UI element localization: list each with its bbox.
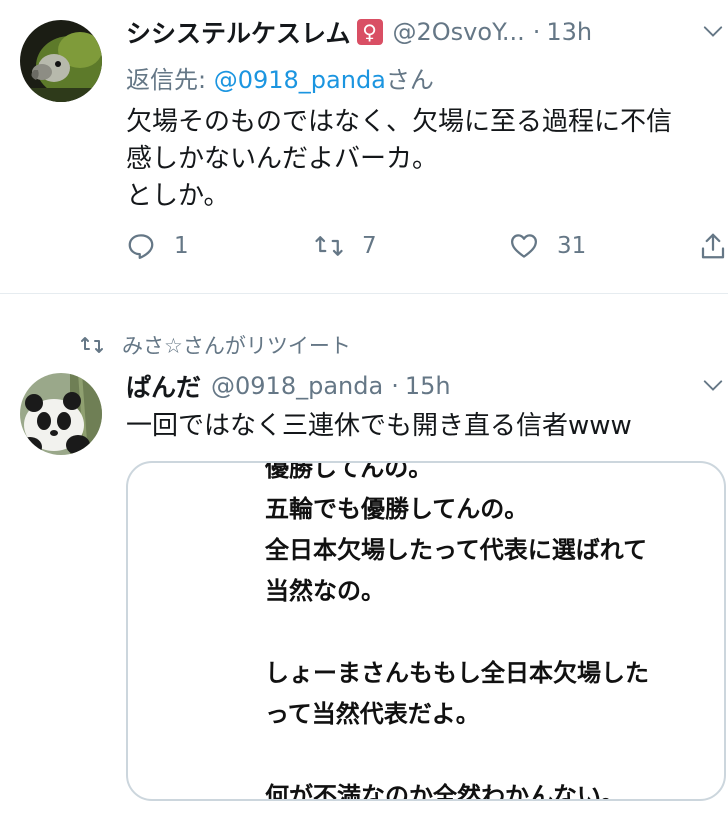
user-handle[interactable]: @2OsvoY...: [393, 18, 525, 46]
display-name[interactable]: シシステルケスレム: [126, 14, 351, 50]
reply-count: 1: [174, 233, 189, 259]
retweet-context[interactable]: みさ☆さんがリツイート: [80, 330, 351, 360]
retweet-count: 7: [362, 233, 377, 259]
female-sign-badge: ♀: [356, 19, 383, 45]
reply-button[interactable]: 1: [126, 228, 189, 264]
tweet-header: シシステルケスレム ♀ @2OsvoY... · 13h: [126, 14, 728, 50]
parrot-avatar-image: [20, 20, 102, 102]
replying-prefix: 返信先:: [126, 66, 214, 94]
replying-mention-link[interactable]: @0918_panda: [214, 66, 386, 94]
screenshot-text: 優勝してんの。 五輪でも優勝してんの。 全日本欠場したって代表に選ばれて 当然な…: [265, 461, 649, 801]
like-button[interactable]: 31: [509, 228, 586, 264]
separator-dot: ·: [532, 18, 541, 46]
user-handle[interactable]: @0918_panda: [211, 372, 383, 400]
tweet-timestamp[interactable]: 13h: [546, 18, 592, 46]
tweet-text: 一回ではなく三連休でも開き直る信者www: [126, 411, 632, 441]
tweet-header: ぱんだ @0918_panda · 15h: [126, 368, 728, 404]
retweet-icon: [315, 236, 343, 256]
reply-icon: [128, 234, 154, 259]
tweet-reply[interactable]: シシステルケスレム ♀ @2OsvoY... · 13h 返信先: @0918_…: [0, 0, 728, 294]
tweet-media-image[interactable]: 優勝してんの。 五輪でも優勝してんの。 全日本欠場したって代表に選ばれて 当然な…: [126, 461, 726, 801]
avatar-panda[interactable]: [20, 373, 102, 455]
tweet-actions: 1 7 31: [126, 228, 728, 264]
retweet-icon: [81, 337, 103, 353]
heart-icon: [511, 234, 537, 258]
separator-dot: ·: [391, 372, 399, 400]
chevron-down-icon[interactable]: [702, 374, 724, 396]
retweet-context-label: みさ☆さんがリツイート: [122, 334, 351, 358]
tweet-text: 欠場そのものではなく、欠場に至る過程に不信 感しかないんだよバーカ。 としか。: [126, 107, 673, 211]
tweet-timestamp[interactable]: 15h: [405, 372, 451, 400]
panda-avatar-image: [20, 373, 102, 455]
tweet-retweeted[interactable]: みさ☆さんがリツイート ぱんだ @0918_panda · 15h 一回ではなく…: [0, 295, 728, 831]
chevron-down-icon[interactable]: [702, 20, 724, 42]
share-icon: [701, 233, 725, 259]
display-name[interactable]: ぱんだ: [126, 368, 201, 404]
share-button[interactable]: [698, 228, 728, 264]
avatar-parrot[interactable]: [20, 20, 102, 102]
replying-to: 返信先: @0918_pandaさん: [126, 60, 434, 95]
like-count: 31: [557, 233, 587, 259]
replying-suffix: さん: [385, 66, 434, 94]
retweet-button[interactable]: 7: [314, 228, 377, 264]
